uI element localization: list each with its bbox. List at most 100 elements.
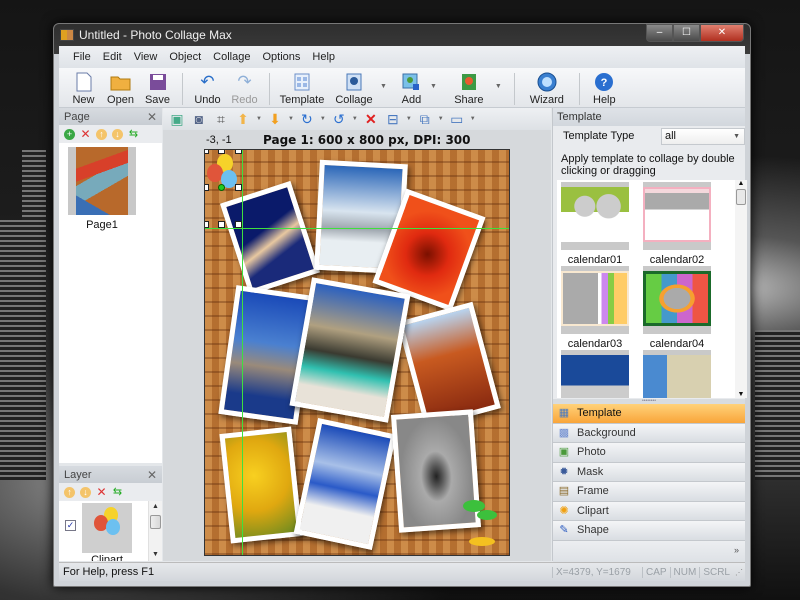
template-scrollbar[interactable]: ▲ ▼ bbox=[735, 180, 747, 398]
rotate-right-icon[interactable]: ↻ bbox=[298, 110, 316, 128]
nav-frame[interactable]: ▤ Frame bbox=[553, 482, 745, 502]
title-bar[interactable]: Untitled - Photo Collage Max – ☐ ✕ bbox=[54, 24, 750, 46]
nav-photo[interactable]: ▣ Photo bbox=[553, 443, 745, 463]
horizontal-guide-line[interactable] bbox=[205, 228, 509, 229]
distribute-icon[interactable]: ▭ bbox=[448, 110, 466, 128]
photo-jellyfish[interactable] bbox=[219, 180, 321, 296]
menu-object[interactable]: Object bbox=[163, 51, 207, 63]
align-icon[interactable]: ⊟ bbox=[384, 110, 402, 128]
nav-background[interactable]: ▩ Background bbox=[553, 423, 745, 443]
resize-handle[interactable] bbox=[218, 150, 225, 154]
menu-collage[interactable]: Collage bbox=[207, 51, 256, 63]
scroll-down-arrow[interactable]: ▼ bbox=[735, 391, 747, 398]
edit-photo-icon[interactable]: ◙ bbox=[190, 110, 208, 128]
scroll-up-arrow[interactable]: ▲ bbox=[149, 501, 162, 513]
add-dropdown-arrow[interactable]: ▼ bbox=[430, 83, 437, 90]
redo-button[interactable]: ↷ Redo bbox=[226, 71, 263, 106]
bring-forward-icon[interactable]: ⬆ bbox=[234, 110, 252, 128]
photo-stupa[interactable] bbox=[293, 417, 397, 551]
photo-turquoise-lake[interactable] bbox=[289, 277, 411, 423]
menu-file[interactable]: File bbox=[67, 51, 97, 63]
resize-handle[interactable] bbox=[235, 221, 242, 228]
undo-button[interactable]: ↶ Undo bbox=[189, 71, 226, 106]
resize-handle[interactable] bbox=[205, 184, 209, 191]
page-thumbnail[interactable] bbox=[68, 147, 136, 215]
move-page-up-icon[interactable]: ↑ bbox=[96, 128, 107, 140]
resize-handle[interactable] bbox=[205, 150, 209, 154]
dropdown-arrow[interactable]: ▼ bbox=[438, 116, 444, 122]
save-button[interactable]: Save bbox=[139, 71, 176, 106]
crop-icon[interactable]: ⌗ bbox=[212, 110, 230, 128]
scroll-down-arrow[interactable]: ▼ bbox=[149, 549, 162, 561]
delete-object-icon[interactable]: ✕ bbox=[362, 110, 380, 128]
nav-mask[interactable]: ✹ Mask bbox=[553, 462, 745, 482]
share-button[interactable]: Share bbox=[443, 71, 495, 106]
scroll-thumb[interactable] bbox=[150, 515, 161, 529]
replace-photo-icon[interactable]: ▣ bbox=[168, 110, 186, 128]
template-item[interactable]: calendar02 bbox=[643, 182, 711, 266]
nav-clipart[interactable]: ✺ Clipart bbox=[553, 501, 745, 521]
dropdown-arrow[interactable]: ▼ bbox=[320, 116, 326, 122]
scroll-up-arrow[interactable]: ▲ bbox=[735, 180, 747, 187]
template-item[interactable]: calendar04 bbox=[643, 266, 711, 350]
move-layer-down-icon[interactable]: ↓ bbox=[80, 486, 91, 498]
photo-tulips[interactable] bbox=[219, 426, 303, 544]
send-backward-icon[interactable]: ⬇ bbox=[266, 110, 284, 128]
template-item[interactable]: calendar01 bbox=[561, 182, 629, 266]
delete-page-icon[interactable]: ✕ bbox=[80, 128, 91, 140]
move-layer-up-icon[interactable]: ↑ bbox=[64, 486, 75, 498]
resize-grip[interactable]: ⋰ bbox=[733, 568, 745, 577]
minimize-button[interactable]: – bbox=[646, 24, 673, 42]
template-button[interactable]: Template bbox=[276, 71, 328, 106]
dropdown-arrow[interactable]: ▼ bbox=[256, 116, 262, 122]
rotate-left-icon[interactable]: ↺ bbox=[330, 110, 348, 128]
template-item[interactable] bbox=[643, 350, 711, 398]
vertical-guide-line[interactable] bbox=[242, 150, 243, 555]
resize-handle[interactable] bbox=[235, 150, 242, 154]
rotation-handle[interactable] bbox=[218, 184, 225, 191]
layer-thumbnail[interactable] bbox=[82, 503, 132, 553]
wizard-button[interactable]: Wizard bbox=[521, 71, 573, 106]
open-button[interactable]: Open bbox=[102, 71, 139, 106]
nav-template[interactable]: ▦ Template bbox=[553, 404, 745, 424]
layer-panel-close-button[interactable]: ✕ bbox=[147, 468, 157, 482]
delete-layer-icon[interactable]: ✕ bbox=[96, 486, 107, 498]
new-button[interactable]: New bbox=[65, 71, 102, 106]
collage-button[interactable]: Collage bbox=[328, 71, 380, 106]
resize-handle[interactable] bbox=[235, 184, 242, 191]
template-item[interactable] bbox=[561, 350, 629, 398]
resize-handle[interactable] bbox=[218, 221, 225, 228]
dropdown-arrow[interactable]: ▼ bbox=[288, 116, 294, 122]
share-dropdown-arrow[interactable]: ▼ bbox=[495, 83, 502, 90]
menu-help[interactable]: Help bbox=[306, 51, 341, 63]
collage-canvas[interactable] bbox=[204, 149, 510, 556]
add-page-icon[interactable]: + bbox=[64, 128, 75, 140]
maximize-button[interactable]: ☐ bbox=[673, 24, 700, 42]
page-panel-close-button[interactable]: ✕ bbox=[147, 110, 157, 124]
menu-options[interactable]: Options bbox=[256, 51, 306, 63]
dropdown-arrow[interactable]: ▼ bbox=[470, 116, 476, 122]
menu-edit[interactable]: Edit bbox=[97, 51, 128, 63]
layer-visibility-checkbox[interactable]: ✓ bbox=[65, 520, 76, 531]
collage-dropdown-arrow[interactable]: ▼ bbox=[380, 83, 387, 90]
arrange-icon[interactable]: ⧉ bbox=[416, 110, 434, 128]
scroll-thumb[interactable] bbox=[736, 189, 746, 205]
refresh-icon[interactable]: ⇆ bbox=[128, 128, 139, 140]
template-type-select[interactable]: all ▼ bbox=[661, 128, 745, 145]
help-button[interactable]: ? Help bbox=[586, 71, 623, 106]
move-page-down-icon[interactable]: ↓ bbox=[112, 128, 123, 140]
close-button[interactable]: ✕ bbox=[700, 24, 744, 42]
template-item[interactable]: calendar03 bbox=[561, 266, 629, 350]
dropdown-arrow[interactable]: ▼ bbox=[406, 116, 412, 122]
dropdown-arrow[interactable]: ▼ bbox=[352, 116, 358, 122]
resize-handle[interactable] bbox=[205, 221, 209, 228]
layer-scrollbar[interactable]: ▲ ▼ bbox=[148, 501, 162, 561]
refresh-layers-icon[interactable]: ⇆ bbox=[112, 486, 123, 498]
template-type-value: all bbox=[665, 130, 677, 142]
photo-red-rock[interactable] bbox=[397, 301, 501, 429]
add-button[interactable]: Add bbox=[393, 71, 430, 106]
nav-shape[interactable]: ✎ Shape bbox=[553, 521, 745, 541]
menu-view[interactable]: View bbox=[128, 51, 164, 63]
palm-tree-clipart[interactable] bbox=[463, 500, 499, 546]
status-bar: For Help, press F1 X=4379, Y=1679 CAP NU… bbox=[59, 562, 745, 581]
